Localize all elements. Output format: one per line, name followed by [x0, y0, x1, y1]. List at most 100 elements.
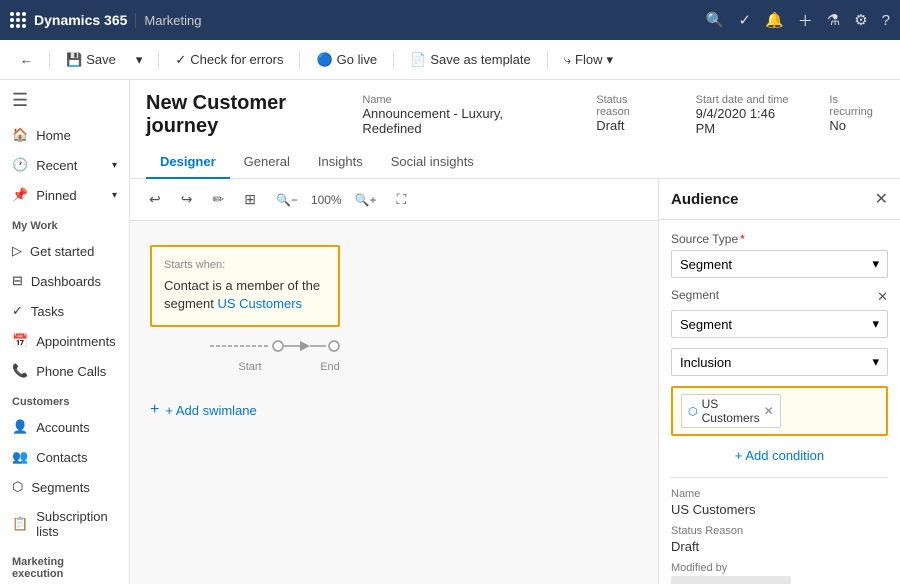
inclusion-chevron: ▾: [872, 354, 879, 370]
fullscreen-button[interactable]: ⛶: [390, 187, 414, 212]
top-nav: Dynamics 365 Marketing 🔍 ✓ 🔔 ＋ ⚗ ⚙ ?: [0, 0, 900, 40]
segment-header: Segment ✕: [671, 288, 888, 306]
segment-select[interactable]: Segment ▾: [671, 310, 888, 338]
swimlane-segment-link[interactable]: US Customers: [218, 296, 303, 311]
add-condition-button[interactable]: + Add condition: [671, 444, 888, 467]
audience-panel: Audience ✕ Source Type * Segment ▾: [658, 179, 900, 584]
info-status: Status Reason Draft: [671, 525, 888, 554]
my-work-header: My Work: [0, 210, 129, 236]
tasks-sidebar-icon: ✓: [12, 303, 23, 319]
get-started-icon: ▷: [12, 243, 22, 259]
audience-close-button[interactable]: ✕: [875, 189, 888, 209]
check-icon: ✓: [175, 52, 186, 68]
recent-caret: ▾: [112, 160, 117, 171]
sidebar-item-subscription-lists[interactable]: 📋 Subscription lists: [0, 502, 129, 546]
source-type-select[interactable]: Segment ▾: [671, 250, 888, 278]
dashboards-icon: ⊟: [12, 273, 23, 289]
audience-body: Source Type * Segment ▾ Segment ✕: [659, 220, 900, 584]
page-header: New Customer journey Name Announcement -…: [130, 80, 900, 179]
bell-icon[interactable]: 🔔: [765, 11, 784, 29]
swimlane-box[interactable]: Starts when: Contact is a member of the …: [150, 245, 340, 327]
info-section: Name US Customers Status Reason Draft Mo…: [671, 477, 888, 584]
source-type-chevron: ▾: [872, 256, 879, 272]
help-icon[interactable]: ?: [882, 12, 890, 29]
sidebar-item-dashboards[interactable]: ⊟ Dashboards: [0, 266, 129, 296]
zoom-in-button[interactable]: 🔍+: [348, 189, 384, 211]
inclusion-select[interactable]: Inclusion ▾: [671, 348, 888, 376]
filter-icon[interactable]: ⚗: [827, 11, 840, 29]
phone-icon: 📞: [12, 363, 28, 379]
save-dropdown-button[interactable]: ▾: [128, 48, 151, 72]
pinned-caret: ▾: [112, 190, 117, 201]
app-name: Dynamics 365: [34, 12, 127, 28]
divider4: [393, 50, 394, 70]
settings-icon[interactable]: ⚙: [854, 11, 867, 29]
tab-social-insights[interactable]: Social insights: [377, 146, 488, 179]
source-type-label: Source Type *: [671, 232, 888, 246]
tag-segment-icon: ⬡: [688, 405, 698, 418]
segment-chevron: ▾: [872, 316, 879, 332]
redo-button[interactable]: ↪: [174, 187, 200, 212]
page-meta: Name Announcement - Luxury, Redefined St…: [362, 94, 884, 136]
accounts-icon: 👤: [12, 419, 28, 435]
sidebar-item-appointments[interactable]: 📅 Appointments: [0, 326, 129, 356]
sidebar-item-home[interactable]: 🏠 Home: [0, 120, 129, 150]
back-button[interactable]: ←: [12, 48, 41, 71]
add-swimlane-button[interactable]: + + Add swimlane: [150, 401, 638, 419]
swimlane-content: Contact is a member of the segment US Cu…: [164, 277, 326, 313]
meta-recurring: Is recurring No: [829, 94, 884, 133]
segment-remove-icon[interactable]: ✕: [877, 289, 888, 305]
flow-button[interactable]: ⤷ Flow ▾: [556, 48, 621, 72]
app-grid-icon[interactable]: [10, 12, 26, 28]
meta-name: Name Announcement - Luxury, Redefined: [362, 94, 564, 136]
pencil-button[interactable]: ✏: [205, 187, 231, 212]
info-modified-by: Modified by: [671, 562, 888, 584]
sidebar-item-accounts[interactable]: 👤 Accounts: [0, 412, 129, 442]
page-title-row: New Customer journey Name Announcement -…: [146, 92, 884, 138]
sidebar-item-segments[interactable]: ⬡ Segments: [0, 472, 129, 502]
subscription-icon: 📋: [12, 516, 28, 532]
sidebar-item-recent[interactable]: 🕐 Recent ▾: [0, 150, 129, 180]
add-swimlane-icon: +: [150, 401, 159, 419]
zoom-out-button[interactable]: 🔍−: [269, 189, 305, 211]
journey-canvas: Starts when: Contact is a member of the …: [130, 221, 658, 443]
segment-search-box[interactable]: ⬡ US Customers ✕ 🔍: [671, 386, 888, 436]
module-name: Marketing: [135, 13, 201, 28]
check-errors-button[interactable]: ✓ Check for errors: [167, 48, 291, 72]
grid-view-button[interactable]: ⊞: [237, 187, 263, 212]
content-area: New Customer journey Name Announcement -…: [130, 80, 900, 584]
sidebar-item-tasks[interactable]: ✓ Tasks: [0, 296, 129, 326]
search-icon[interactable]: 🔍: [706, 11, 725, 29]
top-nav-icons: 🔍 ✓ 🔔 ＋ ⚗ ⚙ ?: [706, 10, 890, 31]
sidebar-item-phone-calls[interactable]: 📞 Phone Calls: [0, 356, 129, 386]
go-live-button[interactable]: 🔵 Go live: [308, 48, 385, 72]
sidebar-item-get-started[interactable]: ▷ Get started: [0, 236, 129, 266]
sidebar-item-contacts[interactable]: 👥 Contacts: [0, 442, 129, 472]
divider: [49, 50, 50, 70]
main-layout: ☰ 🏠 Home 🕐 Recent ▾ 📌 Pinned ▾ My Work ▷…: [0, 80, 900, 584]
tasks-icon[interactable]: ✓: [738, 11, 751, 29]
tag-remove-button[interactable]: ✕: [764, 404, 774, 418]
segment-search-input[interactable]: [787, 404, 900, 419]
sidebar-item-pinned[interactable]: 📌 Pinned ▾: [0, 180, 129, 210]
designer-wrapper: ↩ ↪ ✏ ⊞ 🔍− 100% 🔍+ ⛶ Starts when: Contac…: [130, 179, 900, 584]
divider3: [299, 50, 300, 70]
audience-header: Audience ✕: [659, 179, 900, 220]
appointments-icon: 📅: [12, 333, 28, 349]
pinned-icon: 📌: [12, 187, 28, 203]
save-button[interactable]: 💾 Save: [58, 48, 124, 72]
save-icon: 💾: [66, 52, 82, 68]
save-template-button[interactable]: 📄 Save as template: [402, 48, 539, 72]
segment-section: Segment ✕ Segment ▾ Inclusion ▾: [671, 288, 888, 376]
plus-icon[interactable]: ＋: [798, 10, 813, 31]
back-icon: ←: [20, 52, 33, 67]
meta-start-date: Start date and time 9/4/2020 1:46 PM: [696, 94, 798, 136]
template-icon: 📄: [410, 52, 426, 68]
tab-designer[interactable]: Designer: [146, 146, 230, 179]
tab-general[interactable]: General: [230, 146, 304, 179]
hamburger-button[interactable]: ☰: [0, 80, 129, 120]
marketing-header: Marketing execution: [0, 546, 129, 584]
tab-insights[interactable]: Insights: [304, 146, 377, 179]
undo-button[interactable]: ↩: [142, 187, 168, 212]
flow-icon: ⤷: [564, 52, 571, 68]
